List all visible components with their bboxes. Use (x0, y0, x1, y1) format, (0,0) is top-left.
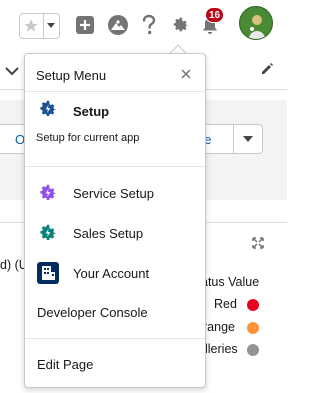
setup-gear-button[interactable] (168, 13, 192, 37)
service-setup-tile (37, 182, 59, 204)
add-icon (76, 16, 94, 34)
status-label-red: Red (214, 297, 237, 311)
sales-setup-icon (40, 224, 56, 240)
nav-menu-toggle[interactable] (5, 63, 19, 81)
status-dot-orange (247, 322, 259, 334)
avatar-image (240, 7, 272, 39)
menu-divider (25, 166, 205, 167)
chevron-down-icon (47, 23, 56, 28)
avatar[interactable] (239, 6, 273, 40)
menu-title: Setup Menu (36, 68, 107, 83)
menu-item-label: Service Setup (73, 185, 154, 201)
expand-button[interactable] (252, 236, 264, 254)
setup-subtitle: Setup for current app (36, 132, 140, 144)
trailhead-icon (108, 15, 128, 35)
menu-item-label: Edit Page (37, 356, 94, 372)
edit-nav-button[interactable] (260, 62, 274, 81)
menu-item-your-account[interactable]: Your Account (25, 258, 205, 288)
setup-gear-tile (37, 98, 59, 120)
status-label-gray: lleries (205, 342, 238, 356)
menu-item-setup[interactable] (25, 92, 205, 166)
chevron-down-icon (243, 136, 253, 142)
menu-item-label: Sales Setup (73, 225, 144, 241)
status-label-orange: range (203, 320, 235, 334)
favorites-button[interactable] (20, 14, 43, 38)
close-icon (181, 69, 191, 79)
notifications-count-badge: 16 (205, 7, 225, 23)
setup-label: Setup (73, 104, 110, 119)
menu-divider (25, 338, 205, 339)
service-setup-icon (40, 184, 56, 200)
chevron-down-icon (5, 67, 19, 76)
menu-item-edit-page[interactable]: Edit Page (25, 351, 205, 377)
star-icon (24, 19, 39, 32)
menu-item-sales-setup[interactable]: Sales Setup (25, 218, 205, 248)
status-dot-red (247, 299, 259, 311)
your-account-tile (37, 262, 59, 284)
menu-item-label: Developer Console (37, 304, 148, 320)
help-icon (142, 14, 156, 35)
help-button[interactable] (138, 13, 160, 37)
gear-icon (173, 17, 188, 32)
menu-item-label: Your Account (73, 265, 150, 281)
more-actions-button[interactable] (233, 124, 263, 154)
status-value-header: atus Value (201, 275, 260, 289)
setup-menu: Setup Menu Setup Setup for current app S… (24, 53, 206, 388)
menu-item-service-setup[interactable]: Service Setup (25, 178, 205, 208)
close-menu-button[interactable] (178, 66, 194, 82)
menu-item-developer-console[interactable]: Developer Console (25, 299, 205, 325)
your-account-icon (37, 262, 59, 284)
trailhead-button[interactable] (106, 13, 130, 37)
favorites-group (19, 13, 60, 39)
sales-setup-tile (37, 222, 59, 244)
global-actions-button[interactable] (74, 14, 96, 36)
global-header: 16 (0, 0, 287, 52)
favorites-list-button[interactable] (42, 14, 59, 38)
pencil-icon (262, 63, 273, 74)
setup-gear-icon (40, 100, 56, 116)
status-dot-gray (247, 344, 259, 356)
expand-icon (252, 237, 264, 249)
